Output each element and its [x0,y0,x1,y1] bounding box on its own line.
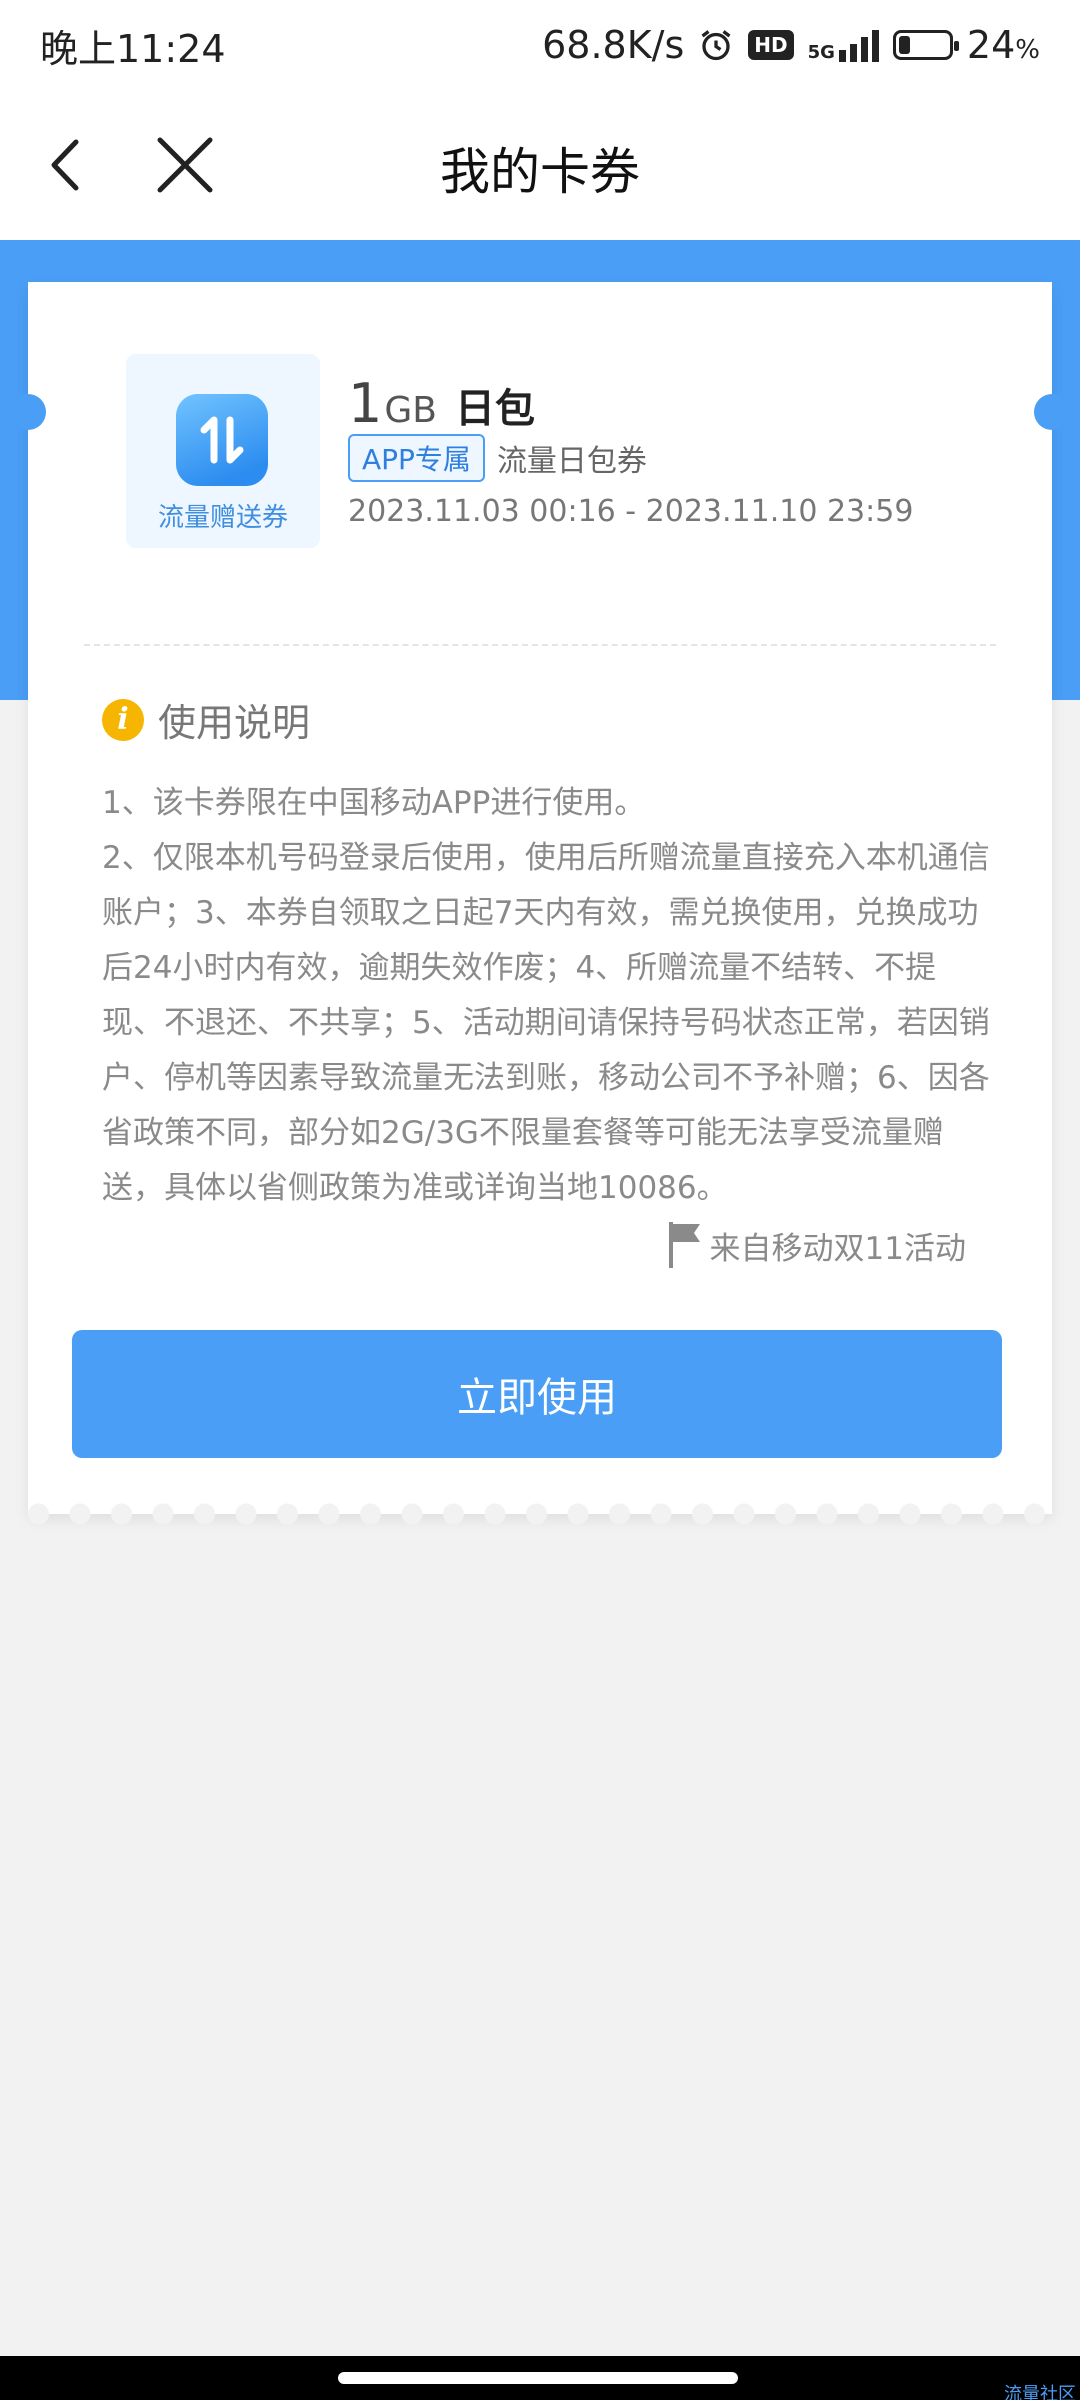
instruction-line: 1、该卡券限在中国移动APP进行使用。 [102,785,646,821]
use-now-button[interactable]: 立即使用 [72,1330,1002,1458]
coupon-source: 来自移动双11活动 [666,1220,966,1270]
info-icon: i [102,698,144,741]
coupon-amount: 1 [348,372,383,435]
instructions-body: 1、该卡券限在中国移动APP进行使用。 2、仅限本机号码登录后使用，使用后所赠流… [102,776,992,1216]
ticket-scallop-edge [28,1502,1052,1526]
network-speed: 68.8K/s [542,23,685,67]
coupon-card: 流量赠送券 1 GB 日包 APP专属 流量日包券 2023.11.03 00:… [10,282,1070,1526]
status-indicators: 68.8K/s HD 5G 24% [542,23,1040,67]
battery-percent: 24% [966,23,1040,67]
coupon-name: 日包 [454,386,535,432]
data-transfer-icon [176,394,268,486]
nav-bar: 我的卡券 [0,90,1080,240]
coupon-thumb-label: 流量赠送券 [157,503,288,533]
source-text: 来自移动双11活动 [709,1230,966,1267]
instructions-title: 使用说明 [158,701,311,745]
status-time: 晚上11:24 [40,26,226,71]
instructions-header: i 使用说明 [102,692,310,747]
coupon-type: 流量日包券 [496,444,647,479]
gesture-bar: 流量社区 [0,2356,1080,2400]
dashed-divider [84,644,996,646]
home-indicator[interactable] [338,2372,738,2384]
coupon-validity: 2023.11.03 00:16 - 2023.11.10 23:59 [348,494,914,529]
app-exclusive-badge: APP专属 [348,434,485,482]
ticket-notch-left [10,394,46,430]
page-title: 我的卡券 [440,143,640,201]
battery-icon [892,30,959,60]
coupon-unit: GB [384,390,437,431]
coupon-title: 1 GB 日包 [348,372,535,435]
alarm-clock-icon [701,30,731,61]
coupon-tags: APP专属 流量日包券 [348,434,647,482]
hd-badge: HD [748,30,794,60]
signal-icon [838,28,879,62]
instruction-line: 2、仅限本机号码登录后使用，使用后所赠流量直接充入本机通信账户；3、本券自领取之… [102,840,990,1206]
status-bar: 晚上11:24 68.8K/s HD 5G 24% [0,0,1080,90]
ticket-notch-right [1034,394,1070,430]
flag-icon [668,1222,700,1268]
coupon-thumbnail: 流量赠送券 [126,354,320,548]
watermark: 流量社区 [1004,2384,1076,2400]
network-type: 5G [807,42,835,63]
